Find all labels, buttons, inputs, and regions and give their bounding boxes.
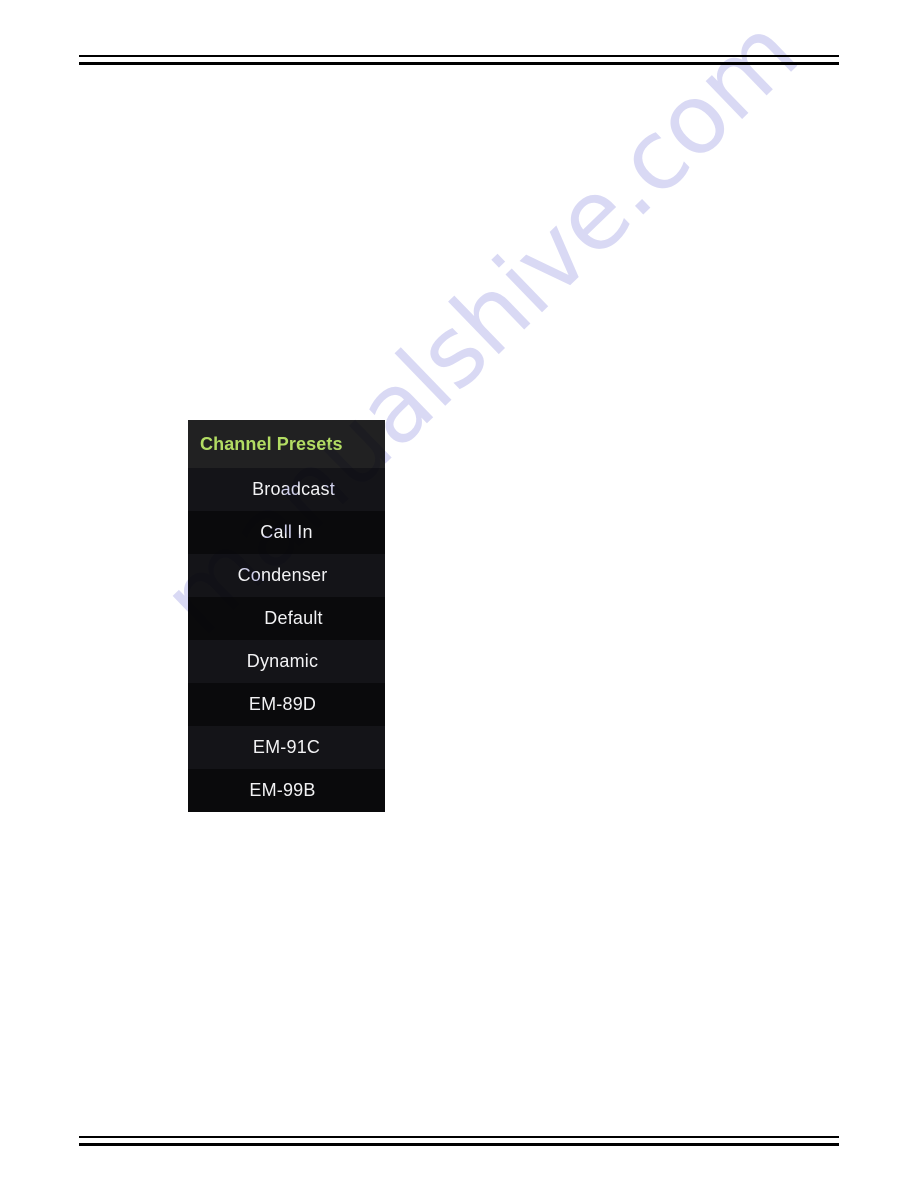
list-item[interactable]: Broadcast	[188, 468, 385, 511]
page-title: Channel Presets	[200, 434, 343, 454]
list-item[interactable]: Dynamic	[188, 640, 385, 683]
preset-label: EM-89D	[248, 694, 317, 714]
preset-label: Condenser	[237, 565, 328, 585]
list-item[interactable]: EM-89D	[188, 683, 385, 726]
channel-presets-list: Broadcast Call In Condenser Default Dyna…	[188, 468, 385, 812]
channel-presets-panel[interactable]: Channel Presets Broadcast Call In Conden…	[188, 420, 385, 812]
header-rule-group	[79, 55, 839, 65]
list-item[interactable]: Default	[188, 597, 385, 640]
footer-rule-thick	[79, 1143, 839, 1146]
list-item[interactable]: Condenser	[188, 554, 385, 597]
preset-label: EM-91C	[252, 737, 321, 757]
preset-label: EM-99B	[249, 780, 316, 800]
footer-rule-group	[79, 1136, 839, 1146]
preset-label: Dynamic	[246, 651, 319, 671]
header-rule-thick	[79, 62, 839, 65]
list-item[interactable]: EM-99B	[188, 769, 385, 812]
channel-presets-header: Channel Presets	[188, 420, 385, 468]
preset-label: Broadcast	[252, 479, 335, 499]
preset-label: Default	[264, 608, 323, 628]
document-page: Channel Presets Broadcast Call In Conden…	[0, 0, 918, 1188]
list-item[interactable]: Call In	[188, 511, 385, 554]
list-item[interactable]: EM-91C	[188, 726, 385, 769]
preset-label: Call In	[260, 522, 313, 542]
